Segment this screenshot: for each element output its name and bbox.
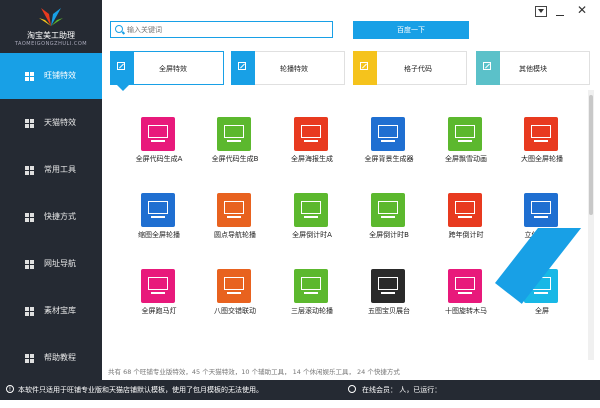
effect-tile-label: 全屏倒计时A	[292, 231, 332, 239]
sidebar-item-label: 快捷方式	[44, 212, 76, 221]
sidebar-item-url-nav[interactable]: 网址导航	[0, 241, 102, 287]
effect-tile[interactable]: 全屏背景生成器	[354, 117, 424, 177]
grid-icon	[25, 119, 34, 128]
timer-screen-icon	[448, 193, 482, 227]
effect-tile[interactable]: 全屏代码生成B	[200, 117, 270, 177]
sidebar-item-label: 帮助教程	[44, 353, 76, 362]
marquee-screen-icon	[141, 269, 175, 303]
tab-other-modules[interactable]: 其他模块	[476, 51, 590, 85]
effect-tile[interactable]: 全屏倒计时B	[354, 193, 424, 253]
effect-tile-label: 全屏飘雪动画	[445, 155, 487, 163]
power-icon	[348, 385, 356, 393]
effect-tile-label: 全屏代码生成A	[135, 155, 183, 163]
pen-icon	[353, 51, 377, 85]
effect-tile-label: 八图交错联动	[214, 307, 256, 315]
effect-tile[interactable]: 全屏飘雪动画	[431, 117, 501, 177]
online-status: 在线会员： 人，已运行：	[362, 386, 442, 394]
dots-screen-icon	[141, 117, 175, 151]
effect-tile-label: 全屏海报生成	[291, 155, 333, 163]
effect-tile-label: 五图宝贝展台	[368, 307, 410, 315]
grid-icon	[25, 166, 34, 175]
effect-tile[interactable]: 全屏代码生成A	[124, 117, 194, 177]
tab-grid-code[interactable]: 格子代码	[353, 51, 467, 85]
clock-screen-icon	[371, 193, 405, 227]
minimize-icon[interactable]	[555, 6, 565, 17]
effect-tile[interactable]: 全屏跑马灯	[124, 269, 194, 329]
logo: 淘宝美工助理 TAOMEIGONGZHULI.COM	[0, 0, 102, 52]
tools-screen-icon	[371, 117, 405, 151]
sidebar-item-label: 天猫特效	[44, 118, 76, 127]
search-input[interactable]	[127, 24, 327, 35]
sidebar-item-label: 常用工具	[44, 165, 76, 174]
effect-tile[interactable]: 五图宝贝展台	[354, 269, 424, 329]
loading-screen-icon	[217, 117, 251, 151]
active-tab-pointer	[117, 85, 129, 91]
butterfly-logo-icon	[39, 8, 63, 26]
image-screen-icon	[294, 269, 328, 303]
info-icon: !	[6, 385, 14, 393]
football-screen-icon	[448, 117, 482, 151]
close-icon[interactable]: ✕	[575, 3, 589, 17]
sidebar-item-common-tools[interactable]: 常用工具	[0, 147, 102, 193]
sidebar: 淘宝美工助理 TAOMEIGONGZHULI.COM 旺铺特效 天猫特效 常用工…	[0, 0, 102, 380]
sidebar-item-label: 网址导航	[44, 259, 76, 268]
sidebar-item-help[interactable]: 帮助教程	[0, 335, 102, 381]
effect-tile[interactable]: 三层滚动轮播	[277, 269, 347, 329]
effect-tile-label: 全屏倒计时B	[369, 231, 409, 239]
effect-tile-label: 全屏代码生成B	[211, 155, 259, 163]
tab-label: 格子代码	[404, 65, 432, 73]
dropdown-icon[interactable]	[535, 6, 547, 17]
tab-fullscreen-effects[interactable]: 全屏特效	[110, 51, 224, 85]
pen-icon	[110, 51, 134, 85]
search-button[interactable]: 百度一下	[353, 21, 469, 39]
effect-tile[interactable]: 八图交错联动	[200, 269, 270, 329]
sidebar-item-tmall-effects[interactable]: 天猫特效	[0, 100, 102, 146]
effect-tile[interactable]: 全屏海报生成	[277, 117, 347, 177]
watermark: 游绵软件	[470, 228, 600, 408]
summary-text: 共有 68 个旺铺专业版特效，45 个天猫特效，10 个辅助工具， 14 个休闲…	[108, 368, 400, 376]
arrows-screen-icon	[217, 193, 251, 227]
effect-tile-label: 大图全屏轮播	[521, 155, 563, 163]
tab-carousel-effects[interactable]: 轮播特效	[231, 51, 345, 85]
image-screen-icon	[294, 117, 328, 151]
effect-tile-label: 缩图全屏轮播	[138, 231, 180, 239]
search-icon	[115, 25, 123, 33]
sidebar-item-label: 素材宝库	[44, 306, 76, 315]
effect-tile-label: 全屏背景生成器	[364, 155, 414, 163]
grid-icon	[25, 72, 34, 81]
pen-icon	[476, 51, 500, 85]
app-name: 淘宝美工助理	[27, 31, 75, 40]
tab-label: 全屏特效	[159, 65, 187, 73]
effect-tile[interactable]: 圆点导航轮播	[200, 193, 270, 253]
stage-screen-icon	[371, 269, 405, 303]
grid-screen-icon	[217, 269, 251, 303]
grid-icon	[25, 213, 34, 222]
slides-screen-icon	[524, 117, 558, 151]
scrollbar-thumb[interactable]	[589, 95, 593, 215]
sidebar-item-shortcuts[interactable]: 快捷方式	[0, 194, 102, 240]
sidebar-item-wangpu-effects[interactable]: 旺铺特效	[0, 53, 102, 99]
tab-label: 其他模块	[519, 65, 547, 73]
effect-tile[interactable]: 全屏倒计时A	[277, 193, 347, 253]
clock-screen-icon	[294, 193, 328, 227]
search-box	[110, 21, 333, 38]
arrows-screen-icon	[524, 193, 558, 227]
effect-tile[interactable]: 大图全屏轮播	[507, 117, 577, 177]
effect-tile-label: 圆点导航轮播	[214, 231, 256, 239]
effect-tile-label: 三层滚动轮播	[291, 307, 333, 315]
effect-tile[interactable]: 缩图全屏轮播	[124, 193, 194, 253]
sidebar-item-materials[interactable]: 素材宝库	[0, 288, 102, 334]
pen-icon	[231, 51, 255, 85]
app-subtitle: TAOMEIGONGZHULI.COM	[14, 41, 88, 47]
grid-icon	[25, 354, 34, 363]
sidebar-item-label: 旺铺特效	[44, 71, 76, 80]
thumbs-screen-icon	[141, 193, 175, 227]
grid-icon	[25, 307, 34, 316]
notice-text: 本软件只适用于旺铺专业版和天猫店铺默认模板，使用了包月模板的无法使用。	[18, 386, 263, 394]
tab-label: 轮播特效	[280, 65, 308, 73]
grid-icon	[25, 260, 34, 269]
effect-tile-label: 全屏跑马灯	[141, 307, 177, 315]
